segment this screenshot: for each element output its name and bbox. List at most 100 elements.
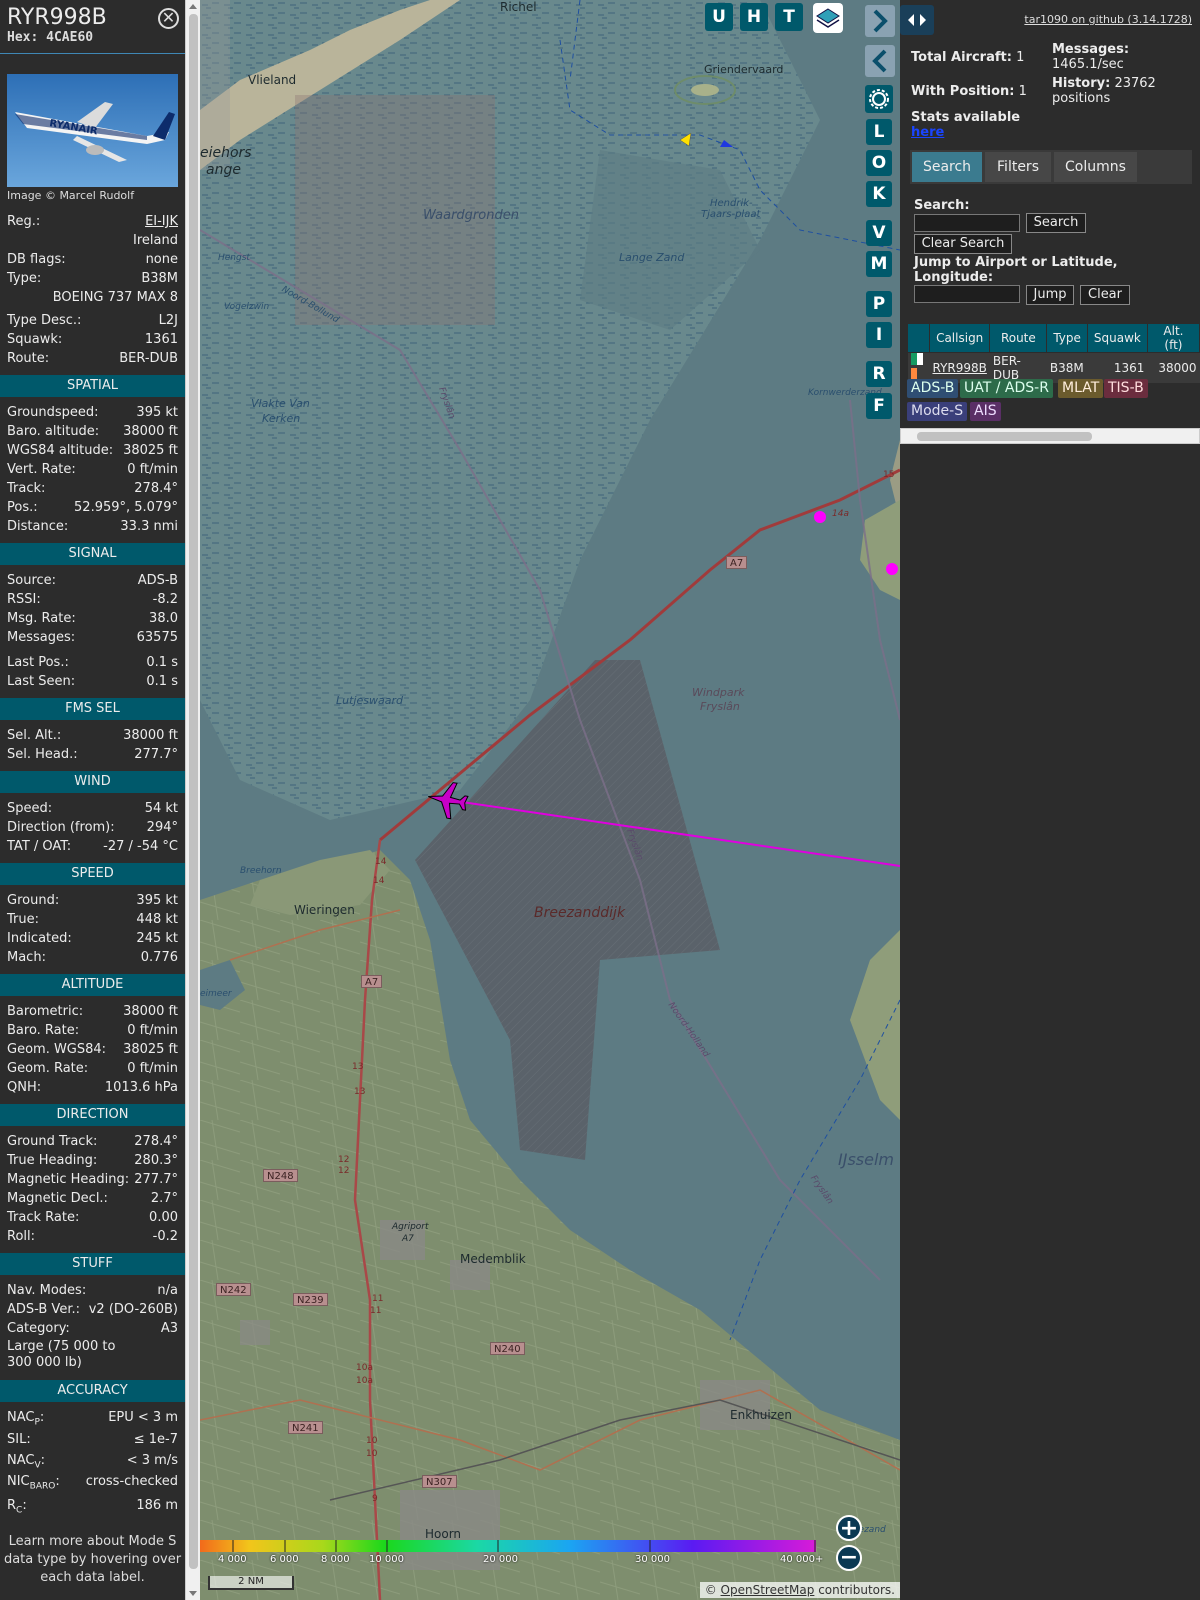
source-chip-modes[interactable]: Mode-S (907, 402, 968, 421)
close-icon[interactable]: ✕ (158, 8, 179, 29)
zoom-out-button[interactable]: − (836, 1545, 862, 1571)
o-button[interactable]: O (866, 150, 892, 176)
expand-right-button[interactable] (865, 5, 895, 37)
source-chip-mlat[interactable]: MLAT (1058, 379, 1104, 398)
column-header[interactable]: Route (989, 323, 1048, 353)
label: Category: (7, 1321, 70, 1336)
roll-row: Roll: -0.2 (7, 1228, 178, 1246)
country-value: Ireland (133, 233, 178, 248)
map-label: Wieringen (294, 903, 355, 917)
search-input[interactable] (914, 214, 1020, 232)
scrollbar-thumb[interactable] (189, 14, 198, 1569)
value: 294° (146, 820, 178, 835)
arrows-left-right-icon (908, 14, 926, 26)
section-speed: SPEED (0, 863, 185, 885)
tab-filters[interactable]: Filters (985, 152, 1051, 182)
clear-button[interactable]: Clear (1080, 285, 1130, 305)
messages-rate: Messages: 1465.1/sec (1052, 42, 1130, 72)
wind-dir-row: Direction (from): 294° (7, 819, 178, 837)
label: RC: (7, 1498, 27, 1516)
info-header: RYR998B Hex: 4CAE60 (0, 0, 185, 54)
source-chip-adsb[interactable]: ADS-B (907, 379, 959, 398)
messages-row: Messages: 63575 (7, 629, 178, 647)
road-shield: A7 (361, 975, 383, 988)
collapse-left-button[interactable] (865, 45, 895, 77)
source-chip-uat[interactable]: UAT / ADS-R (960, 379, 1053, 398)
search-button[interactable]: Search (1026, 213, 1086, 233)
layers-button[interactable] (813, 3, 843, 33)
section-fms: FMS SEL (0, 698, 185, 720)
i-button[interactable]: I (866, 322, 892, 348)
exit-label: 11 (370, 1306, 382, 1316)
scroll-down-icon[interactable] (189, 1591, 197, 1596)
barometric-row: Barometric: 38000 ft (7, 1003, 178, 1021)
label: Ground Track: (7, 1134, 98, 1149)
map-view[interactable]: Richel Vlieland Griendervaard eiehors an… (200, 0, 900, 1600)
tab-columns[interactable]: Columns (1054, 152, 1137, 182)
value: 395 kt (136, 893, 178, 908)
column-header[interactable]: Squawk (1086, 323, 1148, 353)
label: QNH: (7, 1080, 42, 1095)
table-header-row: Callsign Route Type Squawk Alt. (ft) (907, 323, 1200, 353)
legend-tick: 30 000 (635, 1554, 670, 1565)
reg-row: Reg.: EI-IJK (7, 213, 178, 231)
r-button[interactable]: R (866, 361, 892, 387)
tab-search[interactable]: Search (912, 152, 982, 182)
u-button[interactable]: U (705, 3, 733, 31)
last-pos-row: Last Pos.: 0.1 s (7, 654, 178, 672)
reg-link[interactable]: EI-IJK (145, 213, 178, 231)
category-desc-1: Large (75 000 to (7, 1339, 178, 1355)
table-horizontal-scrollbar[interactable] (900, 428, 1200, 444)
source-chip-ais[interactable]: AIS (970, 402, 1001, 421)
column-header[interactable]: Alt. (ft) (1146, 323, 1200, 353)
selected-callsign: RYR998B (7, 5, 107, 30)
column-header[interactable]: Type (1046, 323, 1088, 353)
map-label: eiehors (200, 145, 252, 161)
f-button[interactable]: F (866, 393, 892, 419)
column-header[interactable]: Callsign (928, 323, 991, 353)
scroll-up-icon[interactable] (189, 4, 197, 9)
legend-tick: 8 000 (321, 1554, 350, 1565)
road-shield: A7 (726, 556, 748, 569)
settings-button[interactable] (865, 85, 893, 113)
value: 38025 ft (123, 1042, 178, 1057)
stats-link[interactable]: here (911, 125, 944, 140)
label: Msg. Rate: (7, 611, 76, 626)
typedesc-label: Type Desc.: (7, 313, 82, 328)
osm-link[interactable]: OpenStreetMap (721, 1583, 815, 1597)
label: Vert. Rate: (7, 462, 76, 477)
geom-wgs84-row: Geom. WGS84: 38025 ft (7, 1041, 178, 1059)
road-shield: N242 (216, 1283, 251, 1296)
dbflags-value: none (145, 252, 178, 267)
label: Barometric: (7, 1004, 84, 1019)
jump-input[interactable] (914, 285, 1020, 303)
l-button[interactable]: L (866, 119, 892, 145)
label: Indicated: (7, 931, 72, 946)
exit-label: 10 (366, 1436, 378, 1446)
tat-oat-row: TAT / OAT: -27 / -54 °C (7, 838, 178, 856)
info-panel-scrollbar[interactable] (185, 0, 200, 1600)
value: 2.7° (150, 1191, 178, 1206)
scrollbar-thumb[interactable] (917, 432, 1092, 441)
jump-label: Jump to Airport or Latitude, Longitude: (914, 255, 1118, 285)
t-button[interactable]: T (775, 3, 803, 31)
zoom-in-button[interactable]: + (836, 1515, 862, 1541)
source-chip-tisb[interactable]: TIS-B (1104, 379, 1148, 398)
scale-bar: 2 NM (208, 1576, 294, 1590)
type-full-row: BOEING 737 MAX 8 (7, 289, 178, 307)
map-label: Vogelzwin (224, 302, 270, 312)
v-button[interactable]: V (866, 220, 892, 246)
value: 38000 ft (123, 1004, 178, 1019)
clear-search-button[interactable]: Clear Search (914, 234, 1012, 254)
jump-button[interactable]: Jump (1026, 285, 1074, 305)
toggle-sidebar-button[interactable] (900, 5, 934, 35)
p-button[interactable]: P (866, 291, 892, 317)
k-button[interactable]: K (866, 181, 892, 207)
m-button[interactable]: M (866, 251, 892, 277)
label: Geom. WGS84: (7, 1042, 107, 1057)
msg-rate-row: Msg. Rate: 38.0 (7, 610, 178, 628)
h-button[interactable]: H (740, 3, 768, 31)
github-link[interactable]: tar1090 on github (3.14.1728) (1024, 13, 1192, 26)
map-label: Vlieland (248, 73, 297, 87)
aircraft-photo[interactable]: RYANAIR (7, 74, 178, 187)
